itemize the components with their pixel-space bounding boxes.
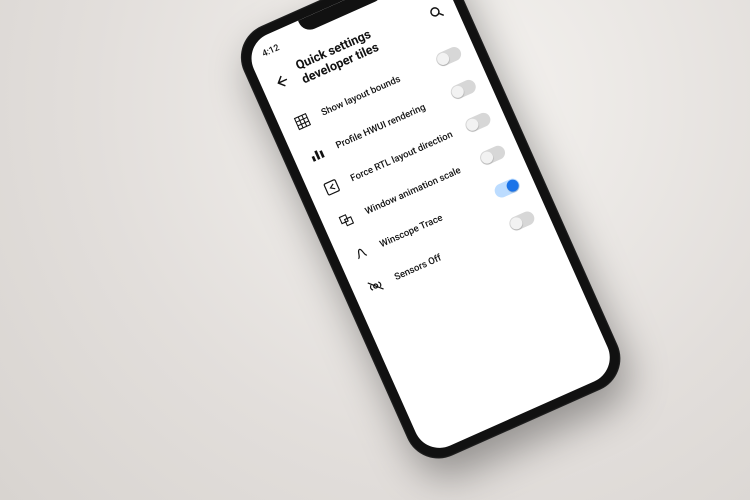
- toggle-force-rtl[interactable]: [463, 111, 492, 134]
- toggle-winscope-trace[interactable]: [492, 176, 521, 199]
- sensors-off-icon: [364, 274, 388, 298]
- toggle-profile-hwui[interactable]: [449, 78, 478, 101]
- arrow-left-icon: [271, 71, 292, 92]
- search-icon: [426, 2, 447, 23]
- toggle-window-animation[interactable]: [478, 143, 507, 166]
- back-button[interactable]: [271, 71, 292, 92]
- search-button[interactable]: [426, 2, 447, 23]
- toggle-show-layout-bounds[interactable]: [434, 45, 463, 68]
- layout-bounds-icon: [291, 110, 315, 134]
- toggle-sensors-off[interactable]: [507, 209, 536, 232]
- rtl-icon: [320, 175, 344, 199]
- animation-icon: [334, 208, 358, 232]
- trace-icon: [349, 241, 373, 265]
- bars-icon: [305, 143, 329, 167]
